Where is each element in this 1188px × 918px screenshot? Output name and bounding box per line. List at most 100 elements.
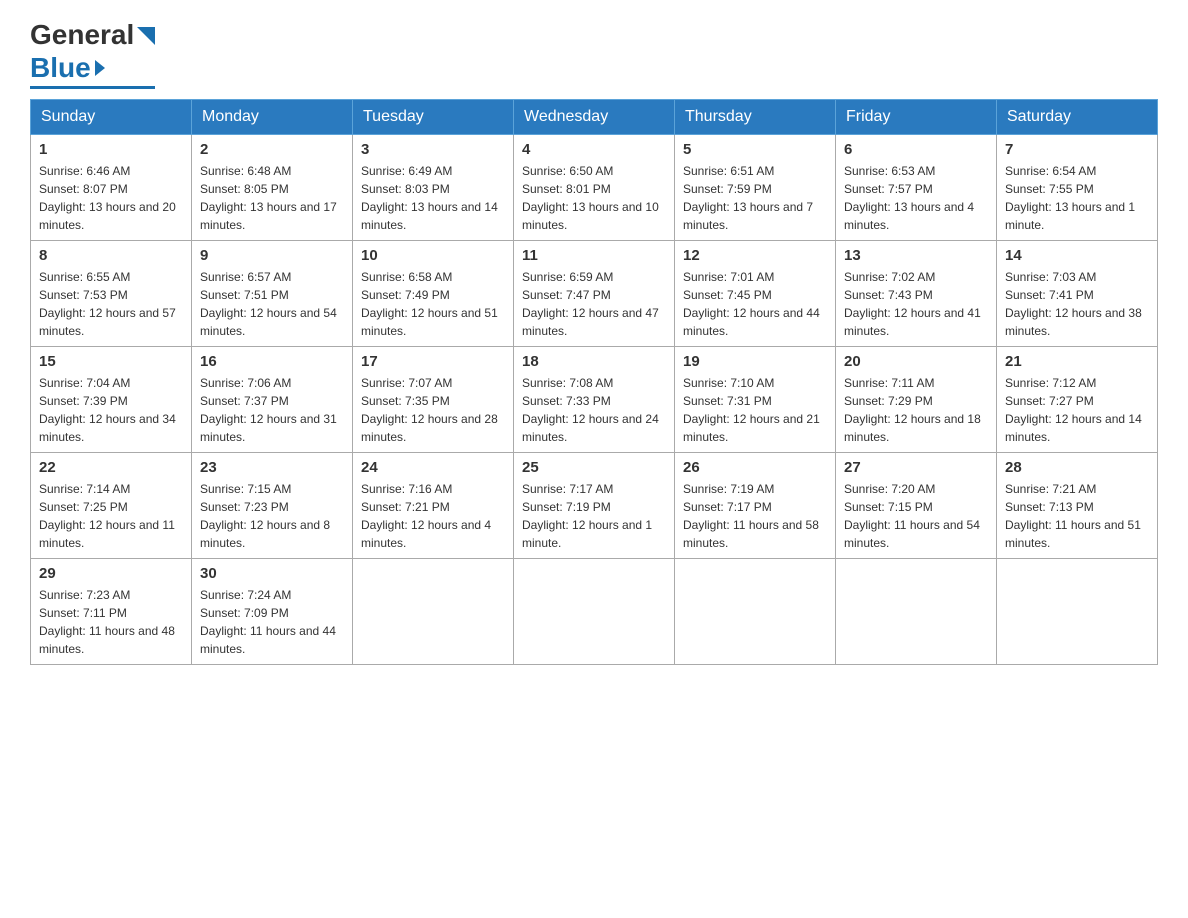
day-info: Sunrise: 7:24 AMSunset: 7:09 PMDaylight:… — [200, 586, 344, 658]
day-number: 20 — [844, 353, 988, 370]
day-number: 13 — [844, 247, 988, 264]
calendar-cell: 18 Sunrise: 7:08 AMSunset: 7:33 PMDayligh… — [514, 347, 675, 453]
calendar-cell: 22 Sunrise: 7:14 AMSunset: 7:25 PMDayligh… — [31, 453, 192, 559]
calendar-week-row: 15 Sunrise: 7:04 AMSunset: 7:39 PMDayligh… — [31, 347, 1158, 453]
day-number: 15 — [39, 353, 183, 370]
calendar-header-row: SundayMondayTuesdayWednesdayThursdayFrid… — [31, 100, 1158, 135]
day-info: Sunrise: 7:08 AMSunset: 7:33 PMDaylight:… — [522, 374, 666, 446]
day-info: Sunrise: 7:01 AMSunset: 7:45 PMDaylight:… — [683, 268, 827, 340]
calendar-cell: 16 Sunrise: 7:06 AMSunset: 7:37 PMDayligh… — [192, 347, 353, 453]
day-info: Sunrise: 6:58 AMSunset: 7:49 PMDaylight:… — [361, 268, 505, 340]
col-header-monday: Monday — [192, 100, 353, 135]
day-info: Sunrise: 6:46 AMSunset: 8:07 PMDaylight:… — [39, 162, 183, 234]
day-info: Sunrise: 7:12 AMSunset: 7:27 PMDaylight:… — [1005, 374, 1149, 446]
day-number: 26 — [683, 459, 827, 476]
day-number: 22 — [39, 459, 183, 476]
calendar-cell: 27 Sunrise: 7:20 AMSunset: 7:15 PMDayligh… — [836, 453, 997, 559]
logo-blue: Blue — [30, 52, 91, 84]
calendar-cell: 12Sunrise: 7:01 AMSunset: 7:45 PMDayligh… — [675, 241, 836, 347]
day-info: Sunrise: 7:21 AMSunset: 7:13 PMDaylight:… — [1005, 480, 1149, 552]
col-header-friday: Friday — [836, 100, 997, 135]
day-info: Sunrise: 7:02 AMSunset: 7:43 PMDaylight:… — [844, 268, 988, 340]
day-number: 6 — [844, 141, 988, 158]
calendar-cell: 2 Sunrise: 6:48 AMSunset: 8:05 PMDaylight… — [192, 135, 353, 241]
calendar-cell: 15 Sunrise: 7:04 AMSunset: 7:39 PMDayligh… — [31, 347, 192, 453]
calendar-cell: 30 Sunrise: 7:24 AMSunset: 7:09 PMDayligh… — [192, 559, 353, 665]
calendar-cell: 23Sunrise: 7:15 AMSunset: 7:23 PMDayligh… — [192, 453, 353, 559]
day-number: 11 — [522, 247, 666, 264]
day-number: 21 — [1005, 353, 1149, 370]
calendar-cell — [997, 559, 1158, 665]
day-number: 9 — [200, 247, 344, 264]
day-info: Sunrise: 7:14 AMSunset: 7:25 PMDaylight:… — [39, 480, 183, 552]
day-number: 8 — [39, 247, 183, 264]
day-info: Sunrise: 7:15 AMSunset: 7:23 PMDaylight:… — [200, 480, 344, 552]
day-number: 24 — [361, 459, 505, 476]
day-info: Sunrise: 7:23 AMSunset: 7:11 PMDaylight:… — [39, 586, 183, 658]
calendar-cell: 20Sunrise: 7:11 AMSunset: 7:29 PMDayligh… — [836, 347, 997, 453]
calendar-cell — [353, 559, 514, 665]
day-info: Sunrise: 6:59 AMSunset: 7:47 PMDaylight:… — [522, 268, 666, 340]
day-info: Sunrise: 7:20 AMSunset: 7:15 PMDaylight:… — [844, 480, 988, 552]
calendar-week-row: 8 Sunrise: 6:55 AMSunset: 7:53 PMDaylight… — [31, 241, 1158, 347]
day-info: Sunrise: 6:49 AMSunset: 8:03 PMDaylight:… — [361, 162, 505, 234]
day-number: 4 — [522, 141, 666, 158]
day-info: Sunrise: 7:16 AMSunset: 7:21 PMDaylight:… — [361, 480, 505, 552]
calendar-cell: 7Sunrise: 6:54 AMSunset: 7:55 PMDaylight… — [997, 135, 1158, 241]
day-number: 2 — [200, 141, 344, 158]
calendar-cell: 10Sunrise: 6:58 AMSunset: 7:49 PMDayligh… — [353, 241, 514, 347]
day-number: 30 — [200, 565, 344, 582]
calendar-cell: 21 Sunrise: 7:12 AMSunset: 7:27 PMDayligh… — [997, 347, 1158, 453]
calendar-cell: 1 Sunrise: 6:46 AMSunset: 8:07 PMDaylight… — [31, 135, 192, 241]
day-info: Sunrise: 7:19 AMSunset: 7:17 PMDaylight:… — [683, 480, 827, 552]
day-number: 25 — [522, 459, 666, 476]
day-number: 27 — [844, 459, 988, 476]
day-number: 14 — [1005, 247, 1149, 264]
calendar-cell — [836, 559, 997, 665]
col-header-sunday: Sunday — [31, 100, 192, 135]
calendar-cell: 4 Sunrise: 6:50 AMSunset: 8:01 PMDaylight… — [514, 135, 675, 241]
calendar-cell: 14Sunrise: 7:03 AMSunset: 7:41 PMDayligh… — [997, 241, 1158, 347]
calendar-cell: 26 Sunrise: 7:19 AMSunset: 7:17 PMDayligh… — [675, 453, 836, 559]
day-number: 29 — [39, 565, 183, 582]
calendar-cell: 28 Sunrise: 7:21 AMSunset: 7:13 PMDayligh… — [997, 453, 1158, 559]
calendar-cell: 25 Sunrise: 7:17 AMSunset: 7:19 PMDayligh… — [514, 453, 675, 559]
calendar-cell — [514, 559, 675, 665]
calendar-cell: 8 Sunrise: 6:55 AMSunset: 7:53 PMDaylight… — [31, 241, 192, 347]
day-info: Sunrise: 7:07 AMSunset: 7:35 PMDaylight:… — [361, 374, 505, 446]
col-header-tuesday: Tuesday — [353, 100, 514, 135]
day-number: 28 — [1005, 459, 1149, 476]
calendar-cell: 24 Sunrise: 7:16 AMSunset: 7:21 PMDayligh… — [353, 453, 514, 559]
col-header-thursday: Thursday — [675, 100, 836, 135]
calendar-cell: 11 Sunrise: 6:59 AMSunset: 7:47 PMDayligh… — [514, 241, 675, 347]
day-number: 18 — [522, 353, 666, 370]
day-number: 3 — [361, 141, 505, 158]
page-header: General Blue — [30, 20, 1158, 89]
day-info: Sunrise: 6:55 AMSunset: 7:53 PMDaylight:… — [39, 268, 183, 340]
calendar-cell: 6 Sunrise: 6:53 AMSunset: 7:57 PMDaylight… — [836, 135, 997, 241]
calendar-cell: 19Sunrise: 7:10 AMSunset: 7:31 PMDayligh… — [675, 347, 836, 453]
day-info: Sunrise: 6:50 AMSunset: 8:01 PMDaylight:… — [522, 162, 666, 234]
logo: General Blue — [30, 20, 155, 89]
day-number: 1 — [39, 141, 183, 158]
calendar-week-row: 1 Sunrise: 6:46 AMSunset: 8:07 PMDaylight… — [31, 135, 1158, 241]
calendar-cell: 5Sunrise: 6:51 AMSunset: 7:59 PMDaylight… — [675, 135, 836, 241]
day-number: 17 — [361, 353, 505, 370]
calendar-table: SundayMondayTuesdayWednesdayThursdayFrid… — [30, 99, 1158, 665]
day-info: Sunrise: 6:48 AMSunset: 8:05 PMDaylight:… — [200, 162, 344, 234]
logo-text: General — [30, 20, 155, 52]
day-number: 19 — [683, 353, 827, 370]
calendar-cell: 13 Sunrise: 7:02 AMSunset: 7:43 PMDayligh… — [836, 241, 997, 347]
day-info: Sunrise: 7:17 AMSunset: 7:19 PMDaylight:… — [522, 480, 666, 552]
calendar-cell: 3 Sunrise: 6:49 AMSunset: 8:03 PMDaylight… — [353, 135, 514, 241]
day-info: Sunrise: 7:06 AMSunset: 7:37 PMDaylight:… — [200, 374, 344, 446]
col-header-saturday: Saturday — [997, 100, 1158, 135]
day-number: 7 — [1005, 141, 1149, 158]
calendar-cell — [675, 559, 836, 665]
day-info: Sunrise: 6:53 AMSunset: 7:57 PMDaylight:… — [844, 162, 988, 234]
day-number: 16 — [200, 353, 344, 370]
day-info: Sunrise: 7:04 AMSunset: 7:39 PMDaylight:… — [39, 374, 183, 446]
logo-arrow — [95, 60, 105, 76]
day-number: 5 — [683, 141, 827, 158]
col-header-wednesday: Wednesday — [514, 100, 675, 135]
